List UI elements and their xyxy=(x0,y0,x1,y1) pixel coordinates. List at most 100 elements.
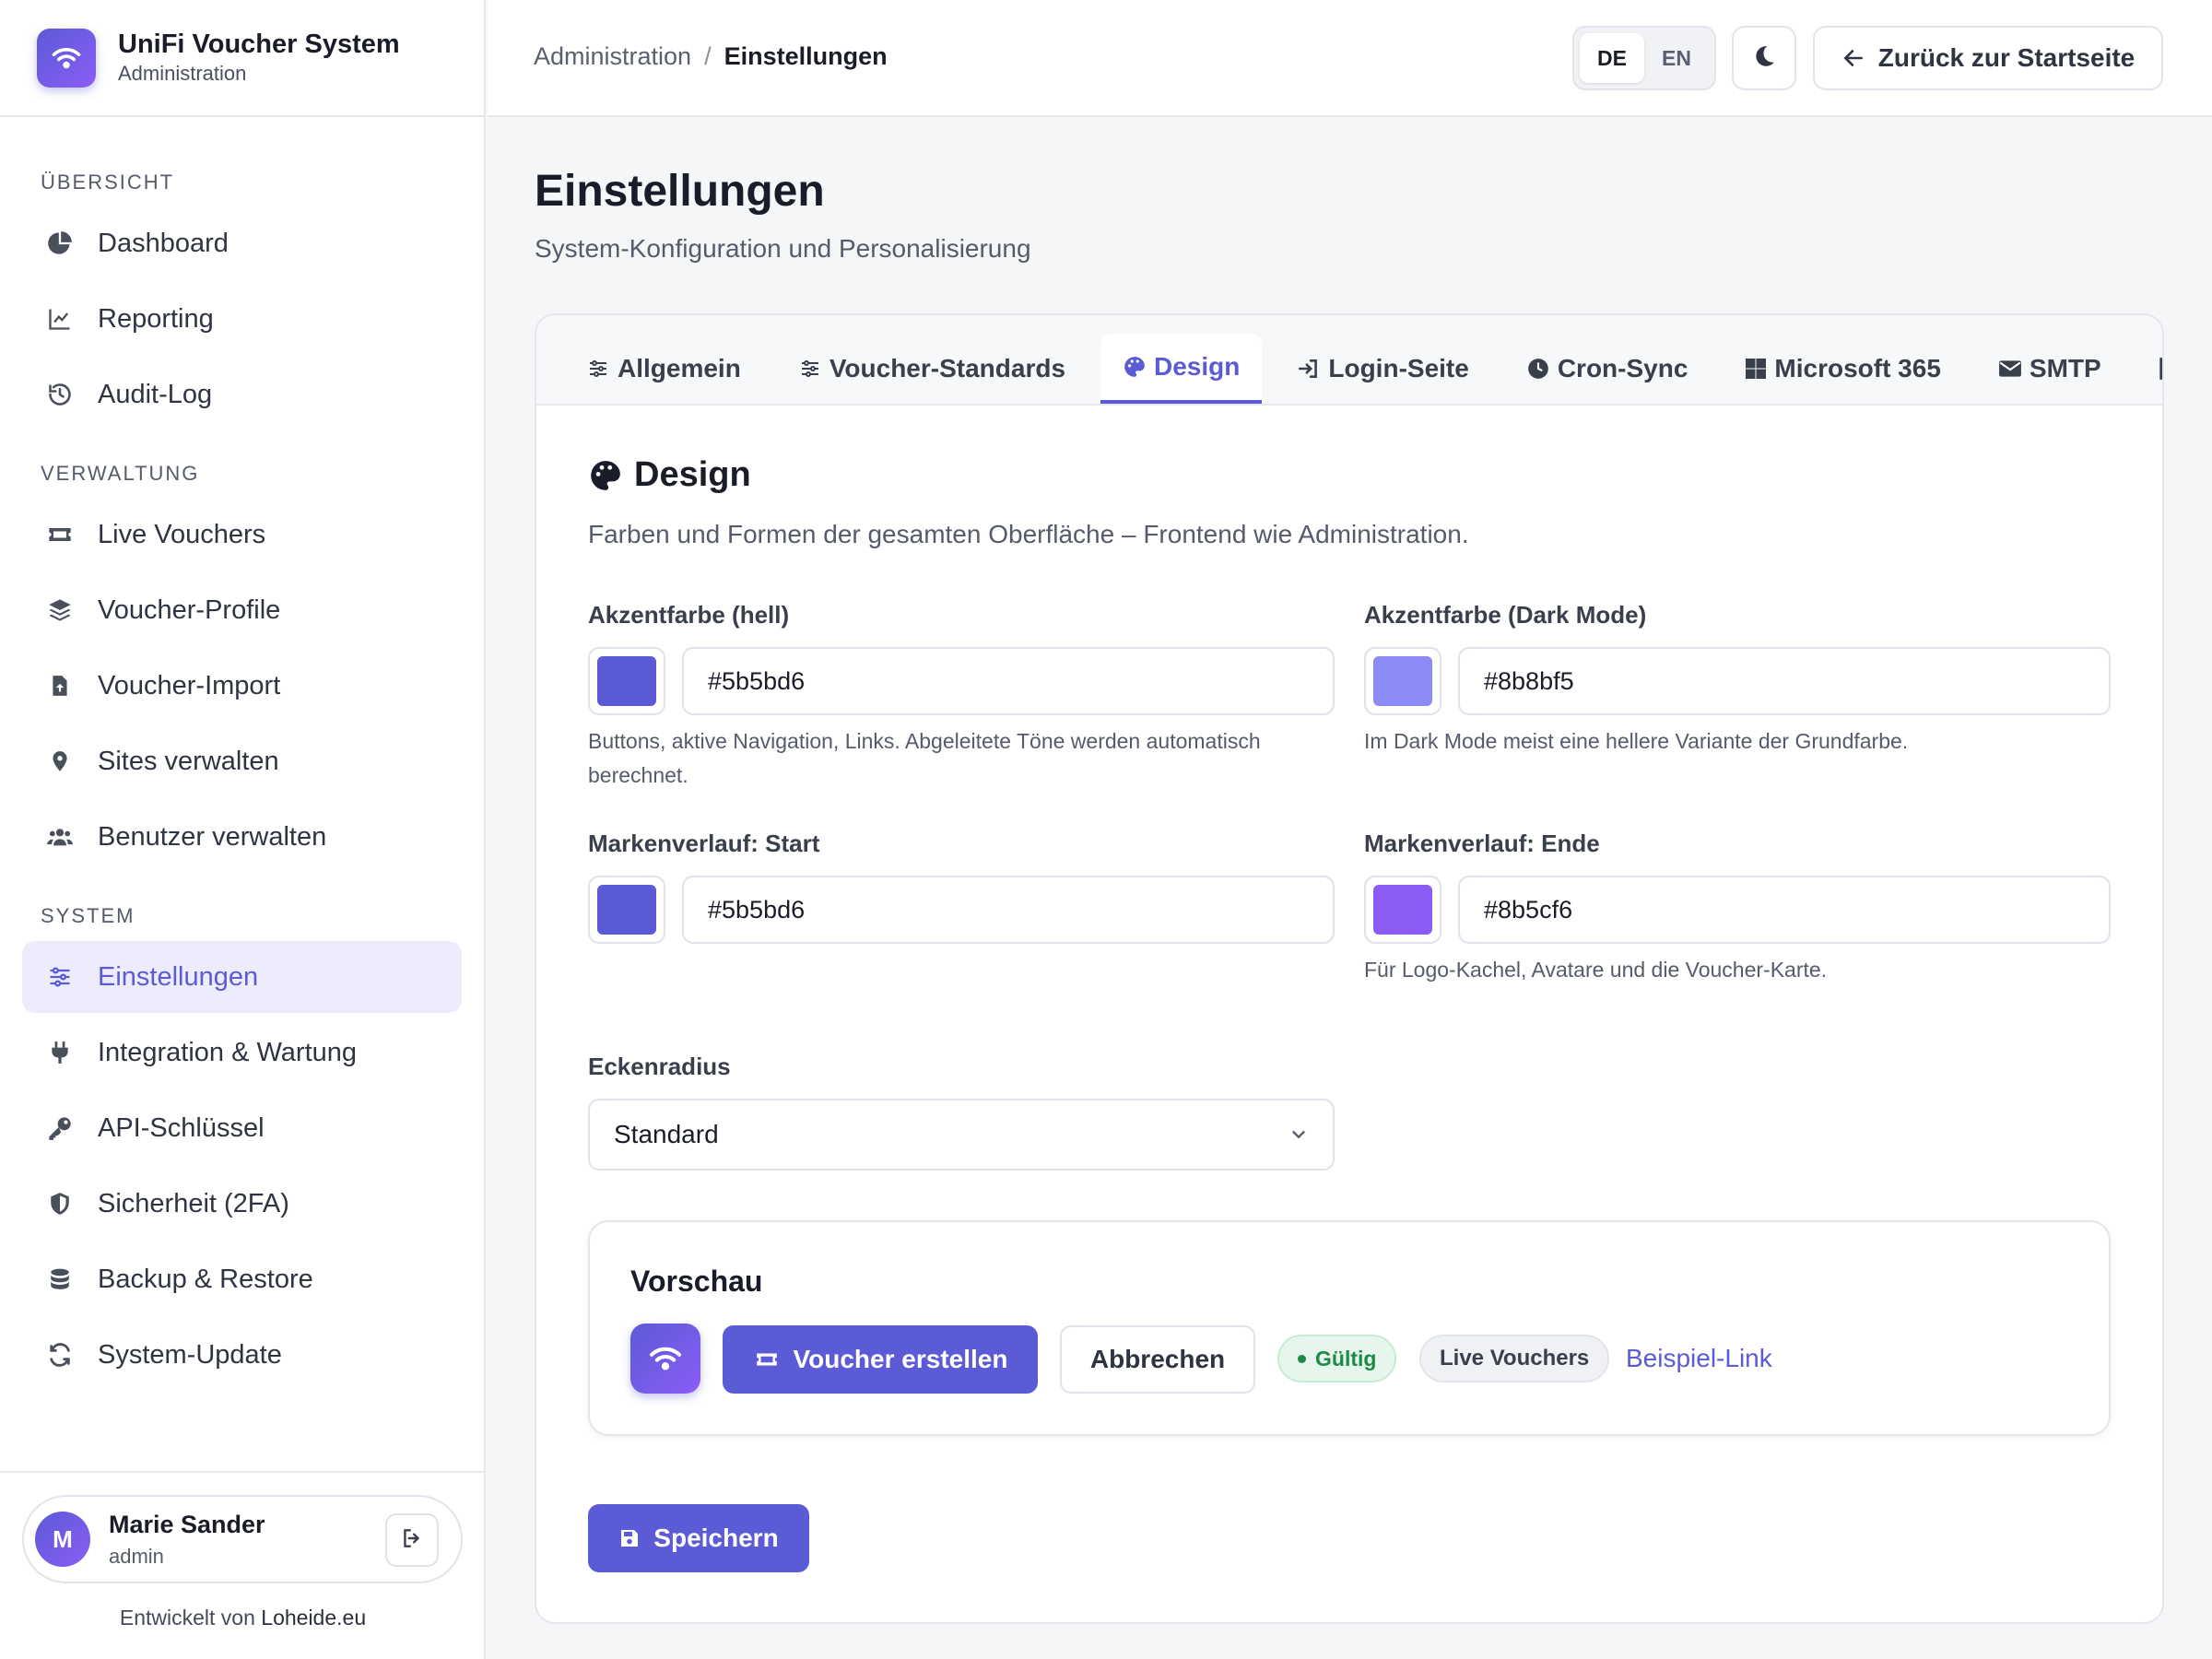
sidebar-item-label: Sicherheit (2FA) xyxy=(98,1188,289,1218)
sidebar-item-live-vouchers[interactable]: Live Vouchers xyxy=(22,499,462,571)
line-chart-icon xyxy=(44,303,76,335)
tab-label: Login-Seite xyxy=(1328,354,1469,382)
color-swatch xyxy=(597,656,656,706)
gradient-start-hex-input[interactable]: #5b5bd6 xyxy=(682,876,1335,944)
sidebar-item-label: Audit-Log xyxy=(98,379,213,409)
preview-panel: Vorschau Voucher erstellen Abbrechen Gül… xyxy=(588,1220,2111,1436)
avatar: M xyxy=(35,1512,90,1567)
sign-in-icon xyxy=(1297,357,1321,381)
theme-toggle-button[interactable] xyxy=(1732,26,1796,90)
user-name: Marie Sander xyxy=(109,1510,265,1538)
user-card: M Marie Sander admin xyxy=(22,1495,463,1583)
save-button[interactable]: Speichern xyxy=(588,1504,809,1572)
sidebar-item-label: System-Update xyxy=(98,1339,282,1370)
map-pin-icon xyxy=(44,746,76,777)
shield-icon xyxy=(44,1188,76,1219)
sidebar-item-backup[interactable]: Backup & Restore xyxy=(22,1243,462,1315)
preview-link[interactable]: Beispiel-Link xyxy=(1626,1344,1772,1373)
sidebar-item-system-update[interactable]: System-Update xyxy=(22,1319,462,1391)
preview-success-badge-label: Gültig xyxy=(1315,1346,1377,1371)
back-label: Zurück zur Startseite xyxy=(1877,43,2136,72)
user-role: admin xyxy=(109,1544,164,1568)
history-icon xyxy=(44,379,76,410)
sidebar-item-label: Voucher-Import xyxy=(98,670,281,700)
preview-primary-button[interactable]: Voucher erstellen xyxy=(723,1325,1038,1394)
nav-section-overview: ÜBERSICHT xyxy=(41,171,175,194)
chart-pie-icon xyxy=(44,228,76,259)
logout-button[interactable] xyxy=(385,1513,439,1567)
preview-neutral-badge: Live Vouchers xyxy=(1419,1335,1610,1382)
brand-subtitle: Administration xyxy=(118,62,247,85)
section-title-text: Design xyxy=(634,455,751,494)
tab-general[interactable]: Allgemein xyxy=(564,334,763,404)
gradient-end-color-picker[interactable] xyxy=(1364,876,1441,944)
sidebar-item-label: Backup & Restore xyxy=(98,1264,313,1294)
tab-design[interactable]: Design xyxy=(1100,334,1263,404)
tab-microsoft-365[interactable]: Microsoft 365 xyxy=(1723,334,1963,404)
sidebar-item-integration[interactable]: Integration & Wartung xyxy=(22,1017,462,1088)
accent-light-color-picker[interactable] xyxy=(588,647,665,715)
gradient-end-hex-input[interactable]: #8b5cf6 xyxy=(1458,876,2111,944)
tab-login-page[interactable]: Login-Seite xyxy=(1275,334,1490,404)
brand: UniFi Voucher System Administration xyxy=(0,0,484,117)
radius-label: Eckenradius xyxy=(588,1053,731,1080)
section-description: Farben und Formen der gesamten Oberfläch… xyxy=(588,520,1469,548)
sidebar-item-api-keys[interactable]: API-Schlüssel xyxy=(22,1092,462,1164)
tab-label: SMTP xyxy=(2029,354,2101,382)
sidebar-item-voucher-profiles[interactable]: Voucher-Profile xyxy=(22,574,462,646)
radius-select[interactable]: Standard xyxy=(588,1099,1335,1171)
sidebar-item-audit-log[interactable]: Audit-Log xyxy=(22,359,462,430)
tab-cron-sync[interactable]: Cron-Sync xyxy=(1504,334,1711,404)
color-swatch xyxy=(1373,885,1432,935)
gradient-start-color-picker[interactable] xyxy=(588,876,665,944)
gradient-start-label: Markenverlauf: Start xyxy=(588,830,820,857)
nav-section-system: SYSTEM xyxy=(41,904,135,927)
lang-de-button[interactable]: DE xyxy=(1580,33,1644,83)
users-icon xyxy=(44,821,76,853)
logout-icon xyxy=(400,1526,424,1555)
clock-icon xyxy=(1526,357,1550,381)
tab-label: Cron-Sync xyxy=(1557,354,1688,382)
sidebar-item-settings[interactable]: Einstellungen xyxy=(22,941,462,1013)
sidebar-item-users[interactable]: Benutzer verwalten xyxy=(22,801,462,873)
preview-secondary-button[interactable]: Abbrechen xyxy=(1060,1325,1255,1394)
accent-light-label: Akzentfarbe (hell) xyxy=(588,601,790,629)
sidebar-item-dashboard[interactable]: Dashboard xyxy=(22,207,462,279)
sidebar-nav: ÜBERSICHT Dashboard Reporting Audit-Log … xyxy=(0,117,484,1391)
sidebar-item-voucher-import[interactable]: Voucher-Import xyxy=(22,650,462,722)
divider xyxy=(0,1471,486,1473)
refresh-icon xyxy=(44,1339,76,1371)
sidebar-item-label: Integration & Wartung xyxy=(98,1037,358,1067)
arrow-left-icon xyxy=(1843,50,1863,66)
accent-light-hex-input[interactable]: #5b5bd6 xyxy=(682,647,1335,715)
page-subtitle: System-Konfiguration und Personalisierun… xyxy=(535,234,1031,263)
layers-icon xyxy=(44,594,76,626)
floppy-disk-icon xyxy=(621,1530,639,1547)
sidebar-item-reporting[interactable]: Reporting xyxy=(22,283,462,355)
lang-en-button[interactable]: EN xyxy=(1644,33,1709,83)
key-icon xyxy=(44,1112,76,1144)
radius-select-value: Standard xyxy=(614,1120,719,1148)
sidebar-item-label: Voucher-Profile xyxy=(98,594,281,625)
sidebar-item-label: Reporting xyxy=(98,303,214,334)
tab-voucher-standards[interactable]: Voucher-Standards xyxy=(776,334,1088,404)
tab-label: Design xyxy=(1154,352,1241,381)
sidebar-item-sites[interactable]: Sites verwalten xyxy=(22,725,462,797)
nav-section-management: VERWALTUNG xyxy=(41,462,200,485)
accent-dark-color-picker[interactable] xyxy=(1364,647,1441,715)
footer-credit: Entwickelt von Loheide.eu xyxy=(0,1606,486,1630)
color-swatch xyxy=(597,885,656,935)
sidebar-item-security[interactable]: Sicherheit (2FA) xyxy=(22,1168,462,1240)
wifi-logo-icon xyxy=(630,1324,700,1394)
footer-link[interactable]: Loheide.eu xyxy=(261,1606,366,1630)
accent-dark-hex-input[interactable]: #8b8bf5 xyxy=(1458,647,2111,715)
back-to-home-button[interactable]: Zurück zur Startseite xyxy=(1813,26,2163,90)
tab-smtp[interactable]: SMTP xyxy=(1976,334,2124,404)
tab-label: Microsoft 365 xyxy=(1774,354,1941,382)
accent-dark-hint: Im Dark Mode meist eine hellere Variante… xyxy=(1364,729,1909,753)
tab-truncated[interactable]: Te xyxy=(2136,334,2162,404)
moon-icon xyxy=(1752,44,1776,73)
section-title: Design xyxy=(588,455,751,495)
breadcrumb-parent[interactable]: Administration xyxy=(534,42,691,70)
accent-dark-label: Akzentfarbe (Dark Mode) xyxy=(1364,601,1647,629)
